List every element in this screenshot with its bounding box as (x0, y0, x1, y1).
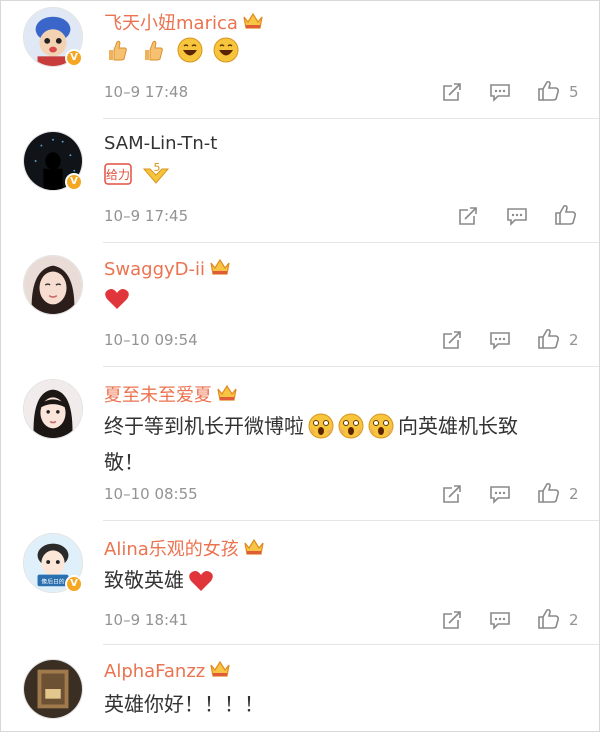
username-text: 夏至未至爱夏 (104, 385, 212, 406)
comment-text: 敬！ (104, 450, 144, 474)
like-count: 2 (569, 331, 579, 349)
timestamp: 10–10 09:54 (104, 331, 198, 349)
comment-text: 英雄你好！！！！ (104, 692, 264, 716)
comment-content: 致敬英雄 (104, 565, 564, 601)
comment-button[interactable] (506, 205, 528, 227)
comment-item: AlphaFanzz 英雄你好！！！！ (1, 645, 600, 731)
shocked-emoji-icon (338, 413, 364, 447)
laughing-emoji-icon (177, 37, 203, 71)
comment-content: 英雄你好！！！！ (104, 689, 564, 719)
laughing-emoji-icon (213, 37, 239, 71)
avatar[interactable] (23, 379, 83, 439)
geili-sticker-icon: 给力 (104, 161, 132, 195)
comment-text: 向英雄机长致 (398, 414, 518, 438)
shocked-emoji-icon (308, 413, 334, 447)
comment-content: 终于等到机长开微博啦 向英雄机长致 敬！ (104, 411, 574, 477)
like-button[interactable] (537, 481, 561, 503)
like-button[interactable] (537, 607, 561, 629)
avatar[interactable] (23, 659, 83, 719)
comment-button[interactable] (489, 609, 511, 631)
weibo-comment-list: V 飞天小妞marica 10–9 17:48 5 V SAM-Lin-Tn-t… (0, 0, 600, 732)
repost-button[interactable] (441, 81, 463, 103)
svg-text:像后日的: 像后日的 (41, 577, 64, 585)
username-text: SAM-Lin-Tn-t (104, 133, 218, 154)
comment-item: 夏至未至爱夏 终于等到机长开微博啦 向英雄机长致 敬！ 10–10 08:55 2 (1, 367, 600, 521)
username[interactable]: 飞天小妞marica (104, 9, 264, 36)
comment-button[interactable] (489, 81, 511, 103)
crown-icon (242, 11, 264, 36)
username-text: AlphaFanzz (104, 661, 206, 682)
comment-button[interactable] (489, 329, 511, 351)
username-text: SwaggyD-ii (104, 259, 206, 280)
like-button[interactable] (554, 203, 578, 225)
comment-item: V SAM-Lin-Tn-t 给力 5 10–9 17:45 (1, 119, 600, 243)
timestamp: 10–9 18:41 (104, 611, 189, 629)
repost-button[interactable] (441, 329, 463, 351)
username-text: 飞天小妞marica (104, 13, 238, 34)
username[interactable]: SAM-Lin-Tn-t (104, 133, 217, 154)
comment-item: SwaggyD-ii 10–10 09:54 2 (1, 243, 600, 367)
five-arrow-sticker-icon: 5 (142, 161, 170, 195)
crown-icon (209, 257, 231, 282)
svg-text:给力: 给力 (106, 168, 130, 182)
comment-item: V 飞天小妞marica 10–9 17:48 5 (1, 1, 600, 119)
repost-button[interactable] (457, 205, 479, 227)
like-button[interactable] (537, 327, 561, 349)
comment-content: 给力 5 (104, 159, 564, 195)
username[interactable]: Alina乐观的女孩 (104, 535, 265, 562)
comment-text: 致敬英雄 (104, 568, 184, 592)
thumbs-up-icon (140, 37, 166, 71)
shocked-emoji-icon (368, 413, 394, 447)
verified-badge-icon: V (65, 49, 83, 67)
like-count: 2 (569, 611, 579, 629)
username-text: Alina乐观的女孩 (104, 539, 239, 560)
svg-text:5: 5 (154, 161, 161, 174)
username[interactable]: AlphaFanzz (104, 659, 231, 684)
timestamp: 10–9 17:48 (104, 83, 189, 101)
crown-icon (209, 659, 231, 684)
heart-icon (104, 287, 130, 319)
crown-icon (243, 537, 265, 562)
verified-badge-icon: V (65, 173, 83, 191)
like-count: 5 (569, 83, 579, 101)
username[interactable]: SwaggyD-ii (104, 257, 231, 282)
thumbs-up-icon (104, 37, 130, 71)
timestamp: 10–10 08:55 (104, 485, 198, 503)
comment-text: 终于等到机长开微博啦 (104, 414, 304, 438)
username[interactable]: 夏至未至爱夏 (104, 381, 238, 408)
avatar[interactable] (23, 255, 83, 315)
like-count: 2 (569, 485, 579, 503)
timestamp: 10–9 17:45 (104, 207, 189, 225)
heart-icon (188, 569, 214, 601)
repost-button[interactable] (441, 609, 463, 631)
comment-content (104, 35, 564, 71)
repost-button[interactable] (441, 483, 463, 505)
comment-button[interactable] (489, 483, 511, 505)
verified-badge-icon: V (65, 575, 83, 593)
comment-content (104, 283, 564, 319)
crown-icon (216, 383, 238, 408)
comment-item: 像后日的 V Alina乐观的女孩 致敬英雄 10–9 18:41 2 (1, 521, 600, 645)
like-button[interactable] (537, 79, 561, 101)
